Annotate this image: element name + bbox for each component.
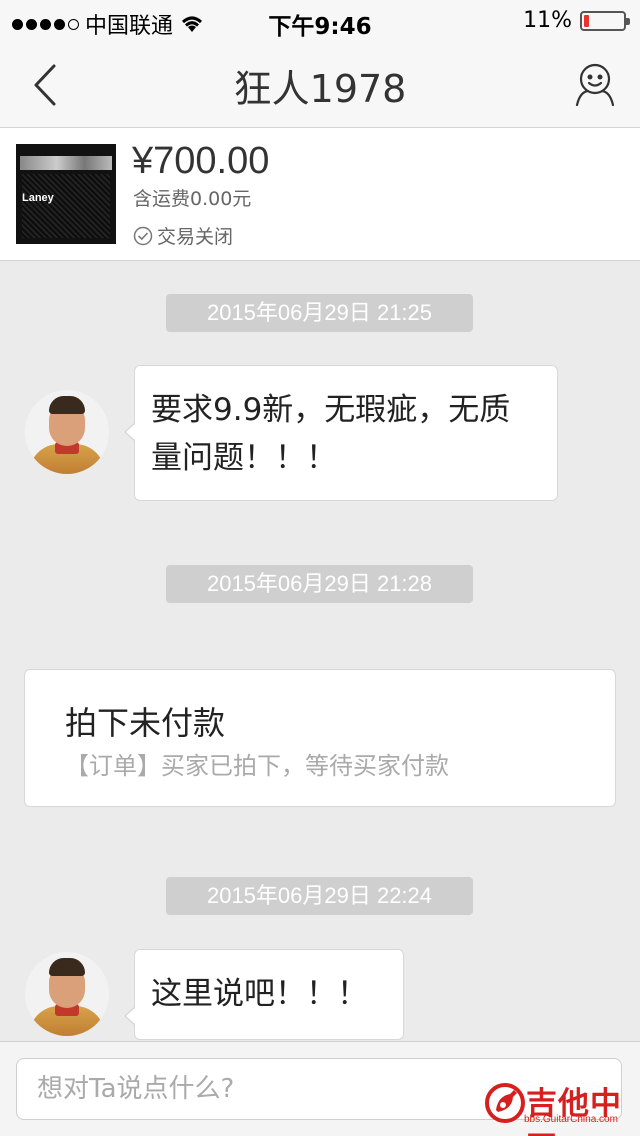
product-price: ¥700.00 bbox=[132, 140, 270, 182]
message-line: 要求9.9新，无瑕疵，无质 bbox=[151, 392, 511, 428]
trade-status-label: 交易关闭 bbox=[157, 226, 234, 248]
avatar-hair bbox=[49, 958, 85, 976]
message-line: 这里说吧！！！ bbox=[151, 976, 368, 1012]
user-face-icon bbox=[575, 63, 615, 106]
avatar[interactable] bbox=[25, 952, 109, 1036]
profile-button[interactable] bbox=[574, 62, 616, 106]
amp-brand-logo: Laney bbox=[22, 192, 54, 204]
nav-bar: 狂人1978 bbox=[0, 40, 640, 128]
status-bar: 中国联通 下午9:46 11% bbox=[0, 0, 640, 40]
message-bubble[interactable]: 要求9.9新，无瑕疵，无质 量问题！！！ bbox=[124, 365, 558, 501]
watermark: 吉他中国 bbs.GuitarChina.com bbox=[484, 1080, 634, 1136]
trade-status: 交易关闭 bbox=[133, 222, 233, 249]
amp-control-panel bbox=[20, 156, 112, 170]
order-title: 拍下未付款 bbox=[65, 704, 226, 742]
shipping-fee: 含运费0.00元 bbox=[133, 188, 252, 210]
message-line: 量问题！！！ bbox=[151, 440, 337, 476]
order-card[interactable]: 拍下未付款 【订单】买家已拍下，等待买家付款 bbox=[24, 669, 616, 807]
watermark-name: 吉他中国 bbox=[526, 1086, 622, 1136]
amp-grill bbox=[22, 174, 110, 238]
battery-group: 11% bbox=[523, 8, 630, 33]
message-timestamp: 2015年06月29日 21:28 bbox=[166, 565, 473, 603]
battery-icon bbox=[580, 10, 630, 31]
avatar-hair bbox=[49, 396, 85, 414]
battery-fill bbox=[584, 14, 589, 27]
avatar[interactable] bbox=[25, 390, 109, 474]
message-timestamp: 2015年06月29日 21:25 bbox=[166, 294, 473, 332]
page-title: 狂人1978 bbox=[233, 67, 407, 111]
product-card[interactable]: Laney ¥700.00 含运费0.00元 交易关闭 bbox=[0, 128, 640, 261]
order-description: 【订单】买家已拍下，等待买家付款 bbox=[65, 752, 449, 780]
battery-percent: 11% bbox=[523, 8, 572, 33]
guitar-logo-icon bbox=[485, 1083, 525, 1123]
watermark-url: bbs.GuitarChina.com bbox=[524, 1114, 618, 1125]
product-image[interactable]: Laney bbox=[16, 144, 116, 244]
input-bar: 想对Ta说点什么? 吉他中国 bbs.GuitarChina.com bbox=[0, 1041, 640, 1136]
check-circle-icon bbox=[133, 226, 153, 245]
message-bubble[interactable]: 这里说吧！！！ bbox=[124, 949, 404, 1040]
message-timestamp: 2015年06月29日 22:24 bbox=[166, 877, 473, 915]
